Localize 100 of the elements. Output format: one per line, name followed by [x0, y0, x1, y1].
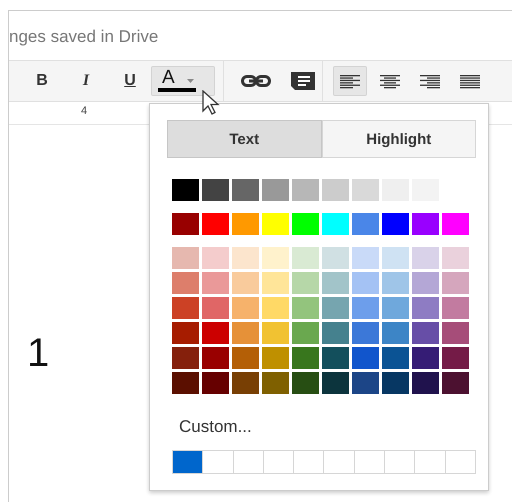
justify-icon — [460, 74, 480, 88]
color-swatch[interactable] — [382, 213, 409, 235]
color-swatch[interactable] — [262, 272, 289, 294]
color-swatch[interactable] — [382, 322, 409, 344]
color-swatch[interactable] — [262, 372, 289, 394]
color-swatch[interactable] — [172, 272, 199, 294]
color-swatch[interactable] — [412, 347, 439, 369]
color-swatch[interactable] — [322, 322, 349, 344]
color-swatch[interactable] — [442, 372, 469, 394]
color-swatch[interactable] — [352, 322, 379, 344]
bold-button[interactable]: B — [27, 66, 57, 96]
color-swatch[interactable] — [262, 297, 289, 319]
color-swatch[interactable] — [292, 347, 319, 369]
link-icon — [241, 75, 271, 87]
empty-swatch — [444, 450, 476, 474]
color-swatch[interactable] — [172, 450, 204, 474]
color-swatch[interactable] — [202, 272, 229, 294]
color-swatch[interactable] — [232, 272, 259, 294]
color-swatch[interactable] — [262, 322, 289, 344]
color-swatch[interactable] — [172, 297, 199, 319]
align-left-button[interactable] — [333, 66, 367, 96]
document-text: 1 — [27, 331, 50, 376]
color-swatch[interactable] — [202, 372, 229, 394]
comment-icon — [291, 72, 315, 90]
color-swatch[interactable] — [412, 322, 439, 344]
color-swatch[interactable] — [292, 247, 319, 269]
color-swatch[interactable] — [262, 347, 289, 369]
color-swatch[interactable] — [322, 247, 349, 269]
color-swatch[interactable] — [202, 213, 229, 235]
color-swatch[interactable] — [322, 179, 349, 201]
color-swatch[interactable] — [352, 213, 379, 235]
color-swatch[interactable] — [352, 179, 379, 201]
color-swatch[interactable] — [202, 179, 229, 201]
color-swatch[interactable] — [292, 272, 319, 294]
color-swatch[interactable] — [352, 272, 379, 294]
color-swatch[interactable] — [262, 213, 289, 235]
color-swatch[interactable] — [292, 213, 319, 235]
color-swatch[interactable] — [172, 372, 199, 394]
tab[interactable]: Highlight — [322, 120, 476, 158]
empty-swatch — [384, 450, 416, 474]
color-swatch[interactable] — [292, 372, 319, 394]
color-swatch[interactable] — [232, 179, 259, 201]
save-status: nges saved in Drive — [9, 26, 160, 48]
color-swatch[interactable] — [172, 322, 199, 344]
tab[interactable]: Text — [167, 120, 322, 158]
color-swatch[interactable] — [232, 347, 259, 369]
color-swatch[interactable] — [442, 297, 469, 319]
color-swatch[interactable] — [232, 372, 259, 394]
color-swatch[interactable] — [322, 347, 349, 369]
color-swatch[interactable] — [262, 179, 289, 201]
empty-swatch — [414, 450, 446, 474]
color-swatch[interactable] — [292, 322, 319, 344]
color-swatch[interactable] — [382, 372, 409, 394]
color-swatch[interactable] — [412, 247, 439, 269]
color-swatch[interactable] — [382, 297, 409, 319]
color-swatch[interactable] — [352, 347, 379, 369]
color-swatch[interactable] — [412, 372, 439, 394]
color-swatch[interactable] — [232, 247, 259, 269]
empty-swatch — [262, 450, 294, 474]
color-swatch[interactable] — [352, 297, 379, 319]
color-swatch[interactable] — [442, 272, 469, 294]
color-swatch[interactable] — [172, 213, 199, 235]
ruler-number: 4 — [81, 105, 88, 117]
empty-swatch — [232, 450, 264, 474]
color-swatch[interactable] — [322, 297, 349, 319]
color-swatch[interactable] — [202, 322, 229, 344]
color-swatch[interactable] — [382, 247, 409, 269]
color-swatch[interactable] — [202, 297, 229, 319]
underline-button[interactable]: U — [115, 66, 145, 96]
caret-icon — [186, 79, 194, 83]
text-color-button[interactable]: A — [151, 66, 215, 96]
color-swatch[interactable] — [202, 247, 229, 269]
color-swatch[interactable] — [412, 272, 439, 294]
color-swatch[interactable] — [382, 347, 409, 369]
color-swatch[interactable] — [442, 347, 469, 369]
custom-color-link[interactable]: Custom... — [179, 417, 488, 437]
color-swatch[interactable] — [262, 247, 289, 269]
color-swatch[interactable] — [412, 297, 439, 319]
italic-button[interactable]: I — [71, 66, 101, 96]
color-swatch[interactable] — [412, 213, 439, 235]
color-swatch[interactable] — [202, 347, 229, 369]
color-swatch[interactable] — [292, 179, 319, 201]
color-swatch[interactable] — [322, 272, 349, 294]
color-swatch[interactable] — [322, 372, 349, 394]
color-swatch[interactable] — [292, 297, 319, 319]
color-swatch[interactable] — [442, 247, 469, 269]
color-swatch[interactable] — [322, 213, 349, 235]
color-swatch[interactable] — [232, 322, 259, 344]
color-swatch[interactable] — [442, 213, 469, 235]
align-right-icon — [420, 74, 440, 88]
color-swatch[interactable] — [232, 297, 259, 319]
color-swatch[interactable] — [352, 372, 379, 394]
color-swatch[interactable] — [172, 179, 199, 201]
color-swatch[interactable] — [382, 272, 409, 294]
color-swatch[interactable] — [172, 347, 199, 369]
empty-swatch — [293, 450, 324, 474]
color-swatch[interactable] — [442, 322, 469, 344]
color-swatch[interactable] — [352, 247, 379, 269]
color-swatch[interactable] — [172, 247, 199, 269]
color-swatch[interactable] — [232, 213, 259, 235]
